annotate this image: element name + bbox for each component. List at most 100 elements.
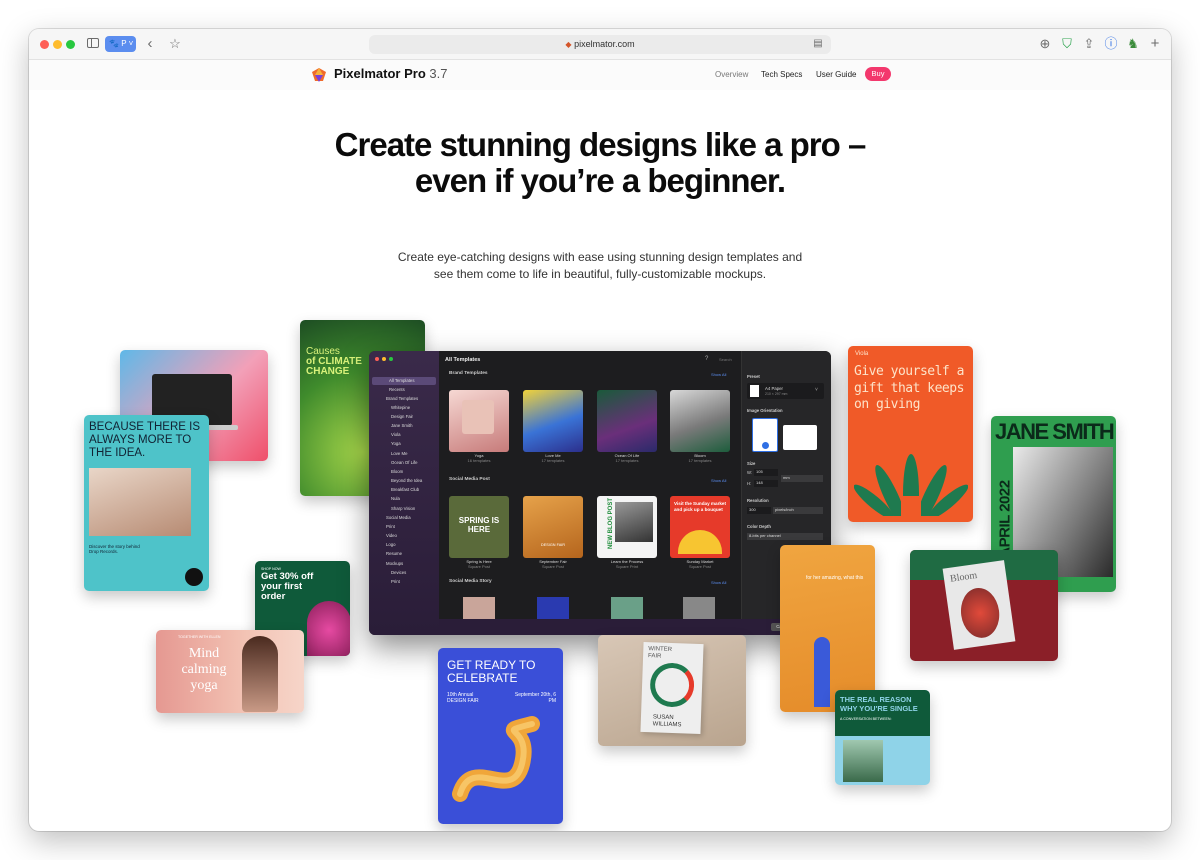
tab-group-button[interactable]: 🐾 P ˅: [105, 36, 136, 52]
new-tab-icon[interactable]: +: [1148, 35, 1162, 53]
unit-select[interactable]: mm: [781, 475, 823, 482]
tile-sunday-market[interactable]: Visit the Sunday market and pick up a bo…: [670, 496, 730, 558]
shield-icon[interactable]: ⛉: [1060, 35, 1074, 53]
sidebar-item-viola[interactable]: Viola: [391, 432, 400, 437]
sidebar-item-ocean-of-life[interactable]: Ocean Of Life: [391, 460, 418, 465]
orientation-portrait[interactable]: [752, 418, 778, 452]
real-reason-headline: THE REAL REASON WHY YOU'RE SINGLE: [840, 695, 918, 713]
sidebar-item-sharp-vision[interactable]: Sharp Vision: [391, 506, 415, 511]
tile-spring-is-here[interactable]: SPRING IS HERE: [449, 496, 509, 558]
sidebar-item-design-fair[interactable]: Design Fair: [391, 414, 413, 419]
preset-label: Preset: [747, 374, 760, 379]
story-tile-2[interactable]: [537, 597, 569, 619]
preset-select[interactable]: A4 Paper 210 × 297 mm ˅: [747, 383, 824, 399]
hero-title: Create stunning designs like a pro – eve…: [334, 126, 867, 199]
celebrate-card: GET READY TO CELEBRATE 10th Annual DESIG…: [438, 648, 563, 824]
height-input[interactable]: 148: [754, 480, 778, 487]
show-all-post-link[interactable]: Show All: [711, 478, 726, 483]
sidebar-item-print-mockups[interactable]: Print: [391, 579, 400, 584]
show-all-story-link[interactable]: Show All: [711, 580, 726, 585]
share-icon[interactable]: ⇪: [1082, 35, 1096, 53]
tab-group-label: P: [121, 39, 127, 48]
tile-yoga[interactable]: [449, 390, 509, 452]
buy-button[interactable]: Buy: [865, 67, 891, 81]
close-window-button[interactable]: [40, 40, 49, 49]
sidebar-item-jane-smith[interactable]: Jane Smith: [391, 423, 413, 428]
preset-size: 210 × 297 mm: [765, 392, 788, 396]
app-min-button[interactable]: [382, 357, 386, 361]
password-icon[interactable]: ⓘ: [1104, 35, 1118, 53]
story-tile-3[interactable]: [611, 597, 643, 619]
nav-overview[interactable]: Overview: [715, 70, 748, 79]
sidebar-item-social-media[interactable]: Social Media: [386, 515, 411, 520]
winter-book: WINTER FAIR SUSAN WILLIAMS: [640, 641, 704, 735]
nav-user-guide[interactable]: User Guide: [816, 70, 856, 79]
sidebar-item-beyond-the-idea[interactable]: Beyond the Idea: [391, 478, 422, 483]
winter-author: SUSAN WILLIAMS: [652, 714, 682, 729]
site-brand[interactable]: Pixelmator Pro 3.7: [334, 66, 447, 81]
zoom-window-button[interactable]: [66, 40, 75, 49]
sidebar-item-video[interactable]: Video: [386, 533, 397, 538]
help-icon[interactable]: ?: [705, 356, 708, 362]
tile-fair-kind: Square Post: [541, 564, 564, 569]
tile-learn-the-process[interactable]: NEW BLOG POST: [597, 496, 657, 558]
tile-ocean-of-life[interactable]: [597, 390, 657, 452]
sidebar-item-brand-templates[interactable]: Brand Templates: [386, 396, 418, 401]
orientation-landscape[interactable]: [783, 425, 817, 450]
tile-spring-kind: Square Post: [467, 564, 490, 569]
sidebar-item-mockups[interactable]: Mockups: [386, 561, 403, 566]
celebrate-date: September 20th, 6 PM: [514, 692, 556, 704]
tile-love-me[interactable]: [523, 390, 583, 452]
sidebar-item-bloom[interactable]: Bloom: [391, 469, 403, 474]
app-zoom-button[interactable]: [389, 357, 393, 361]
color-depth-label: Color Depth: [747, 524, 771, 529]
nav-tech-specs[interactable]: Tech Specs: [761, 70, 802, 79]
jane-headline: JANE SMITH: [995, 419, 1115, 444]
app-close-button[interactable]: [375, 357, 379, 361]
sidebar-item-love-me[interactable]: Love Me: [391, 451, 407, 456]
bloom-flower-art: [957, 585, 1003, 641]
tile-bloom[interactable]: [670, 390, 730, 452]
resolution-input[interactable]: 300: [747, 507, 771, 514]
orange-card-text: for her amazing, what this: [806, 575, 864, 581]
extension-icon[interactable]: ♞: [1126, 35, 1140, 53]
tile-ocean-count: 17 templates: [615, 458, 639, 463]
width-label: W:: [747, 470, 753, 475]
tile-market-kind: Square Post: [688, 564, 711, 569]
color-depth-select[interactable]: 8-bits per channel: [747, 533, 823, 540]
sidebar-item-devices[interactable]: Devices: [391, 570, 406, 575]
real-reason-photo: [843, 740, 883, 782]
sidebar-item-whitepine[interactable]: Whitepine: [391, 405, 410, 410]
show-all-brand-link[interactable]: Show All: [711, 372, 726, 377]
sidebar-item-breakfast-club[interactable]: Breakfast Club: [391, 487, 419, 492]
sidebar-item-nula[interactable]: Nula: [391, 496, 400, 501]
address-bar[interactable]: ◆ pixelmator.com: [369, 35, 831, 54]
story-tile-4[interactable]: [683, 597, 715, 619]
sidebar-item-recents[interactable]: Recents: [389, 387, 405, 392]
get30-headline: Get 30% off your first order: [261, 571, 314, 602]
download-icon[interactable]: ⊕: [1038, 35, 1052, 53]
sidebar-item-logo[interactable]: Logo: [386, 542, 396, 547]
sidebar-item-resume[interactable]: Resume: [386, 551, 402, 556]
sidebar-item-yoga[interactable]: Yoga: [391, 441, 401, 446]
url-text: pixelmator.com: [574, 39, 635, 49]
minimize-window-button[interactable]: [53, 40, 62, 49]
app-search-field[interactable]: Search: [719, 357, 739, 363]
resolution-unit-select[interactable]: pixels/inch: [773, 507, 823, 514]
tile-yoga-count: 16 templates: [467, 458, 491, 463]
tile-september-fair[interactable]: DESIGN FAIR: [523, 496, 583, 558]
tile-love-me-count: 17 templates: [541, 458, 565, 463]
pixelmator-logo-icon[interactable]: [311, 67, 327, 83]
story-tile-1[interactable]: [463, 597, 495, 619]
back-icon[interactable]: ‹: [143, 35, 157, 53]
reader-icon[interactable]: ▤: [811, 35, 825, 53]
sidebar-toggle-icon[interactable]: [86, 35, 100, 53]
app-title: All Templates: [445, 357, 481, 363]
sidebar-item-print[interactable]: Print: [386, 524, 395, 529]
sidebar-item-all-templates[interactable]: All Templates: [389, 378, 414, 383]
width-input[interactable]: 105: [754, 469, 778, 476]
orange-partial-card: for her amazing, what this: [780, 545, 875, 712]
size-label: Size: [747, 461, 756, 466]
brand-name: Pixelmator Pro: [334, 66, 426, 81]
bookmark-star-icon[interactable]: ☆: [168, 35, 182, 53]
